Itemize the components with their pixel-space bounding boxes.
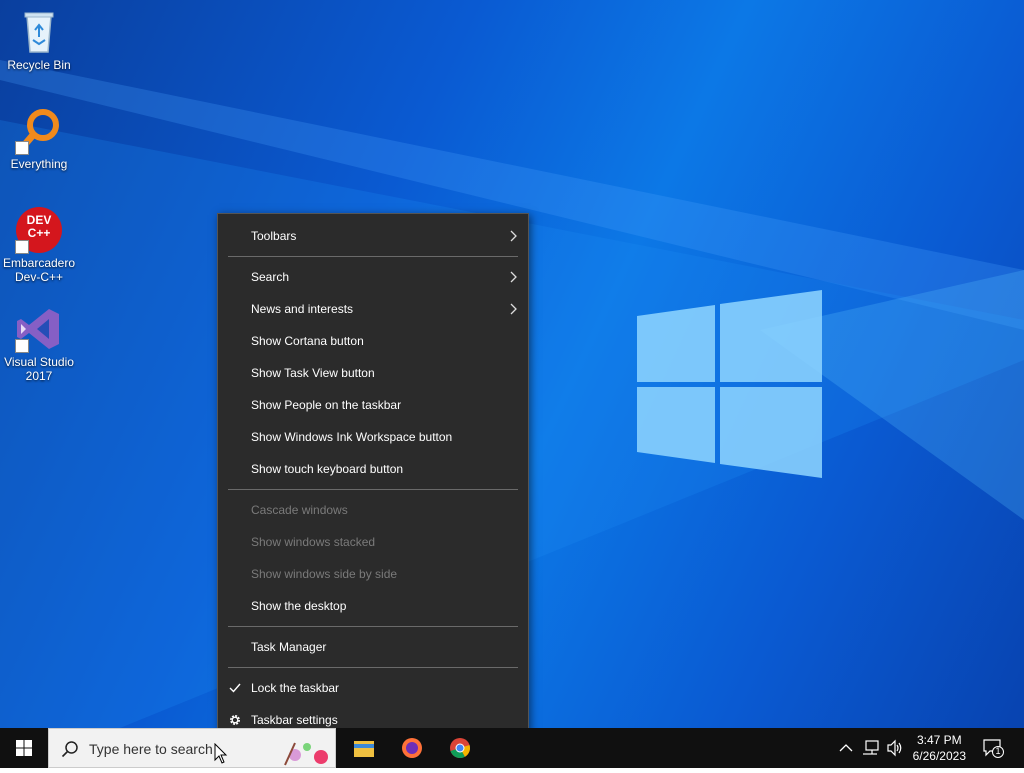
menu-item-label: Show People on the taskbar [251,398,402,412]
menu-item-toolbars[interactable]: Toolbars [218,220,528,252]
desktop-icon-recycle-bin[interactable]: Recycle Bin [1,8,77,72]
taskbar-context-menu: Toolbars Search News and interests Show … [217,213,529,746]
menu-item-cascade-windows: Cascade windows [218,494,528,526]
menu-item-label: Show windows side by side [251,567,398,581]
chrome-icon[interactable] [448,736,472,760]
desktop-icon-devcpp[interactable]: DEV C++ Embarcadero Dev-C++ [1,206,77,284]
visual-studio-logo-icon [15,305,63,353]
start-button[interactable] [0,728,48,768]
devcpp-logo-text: DEV C++ [26,213,52,240]
notification-count-badge: 1 [995,746,1001,756]
shortcut-arrow-icon [15,240,29,254]
menu-item-label: Toolbars [251,229,297,243]
chevron-right-icon [510,303,517,315]
menu-item-label: Show windows stacked [251,535,376,549]
search-placeholder: Type here to search [89,741,213,757]
menu-item-show-windows-ink[interactable]: Show Windows Ink Workspace button [218,421,528,453]
firefox-icon[interactable] [400,736,424,760]
menu-item-show-touch-keyboard[interactable]: Show touch keyboard button [218,453,528,485]
gear-icon [230,715,240,725]
desktop-icon-label: Embarcadero Dev-C++ [2,256,76,284]
menu-item-label: Cascade windows [251,503,348,517]
search-icon [61,741,78,758]
menu-item-label: Taskbar settings [251,713,338,727]
desktop-icon-visual-studio[interactable]: Visual Studio 2017 [1,305,77,383]
taskbar-search-box[interactable]: Type here to search [48,728,336,768]
checkmark-icon [229,683,241,693]
menu-separator [228,667,518,668]
menu-item-label: Search [251,270,290,284]
menu-item-label: Lock the taskbar [251,681,340,695]
menu-item-label: Show Windows Ink Workspace button [251,430,453,444]
menu-item-task-manager[interactable]: Task Manager [218,631,528,663]
action-center-button[interactable]: 1 [982,738,1004,758]
desktop-icon-label: Everything [10,157,68,171]
clock-date: 6/26/2023 [912,749,966,763]
menu-item-news-and-interests[interactable]: News and interests [218,293,528,325]
magnifier-icon [15,107,63,155]
menu-item-show-cortana-button[interactable]: Show Cortana button [218,325,528,357]
menu-item-search[interactable]: Search [218,261,528,293]
news-bubbles-icon [284,742,328,766]
shortcut-arrow-icon [15,339,29,353]
taskbar-clock[interactable]: 3:47 PM 6/26/2023 [913,732,966,764]
menu-item-label: Show Task View button [251,366,375,380]
windows-logo-icon [16,740,32,756]
menu-item-label: Show the desktop [251,599,347,613]
chevron-right-icon [510,230,517,242]
mouse-cursor-icon [214,743,228,764]
shortcut-arrow-icon [15,141,29,155]
menu-item-show-people[interactable]: Show People on the taskbar [218,389,528,421]
chevron-up-icon[interactable] [838,740,854,756]
recycle-bin-icon [15,8,63,56]
menu-item-show-the-desktop[interactable]: Show the desktop [218,590,528,622]
menu-item-lock-the-taskbar[interactable]: Lock the taskbar [218,672,528,704]
network-icon[interactable] [862,739,880,757]
menu-item-show-task-view-button[interactable]: Show Task View button [218,357,528,389]
menu-separator [228,256,518,257]
menu-item-show-windows-stacked: Show windows stacked [218,526,528,558]
menu-separator [228,626,518,627]
menu-item-label: News and interests [251,302,354,316]
chevron-right-icon [510,271,517,283]
file-explorer-icon[interactable] [352,736,376,760]
menu-item-show-windows-side-by-side: Show windows side by side [218,558,528,590]
devcpp-logo-icon: DEV C++ [15,206,63,254]
desktop-icon-everything[interactable]: Everything [1,107,77,171]
menu-item-label: Task Manager [251,640,327,654]
clock-time: 3:47 PM [916,733,962,747]
menu-separator [228,489,518,490]
desktop-icon-label: Visual Studio 2017 [4,355,74,383]
volume-icon[interactable] [886,739,904,757]
menu-item-label: Show Cortana button [251,334,364,348]
desktop-icon-label: Recycle Bin [7,58,71,72]
menu-item-label: Show touch keyboard button [251,462,404,476]
taskbar[interactable]: Type here to search 3:47 PM 6/26/2023 1 [0,728,1024,768]
